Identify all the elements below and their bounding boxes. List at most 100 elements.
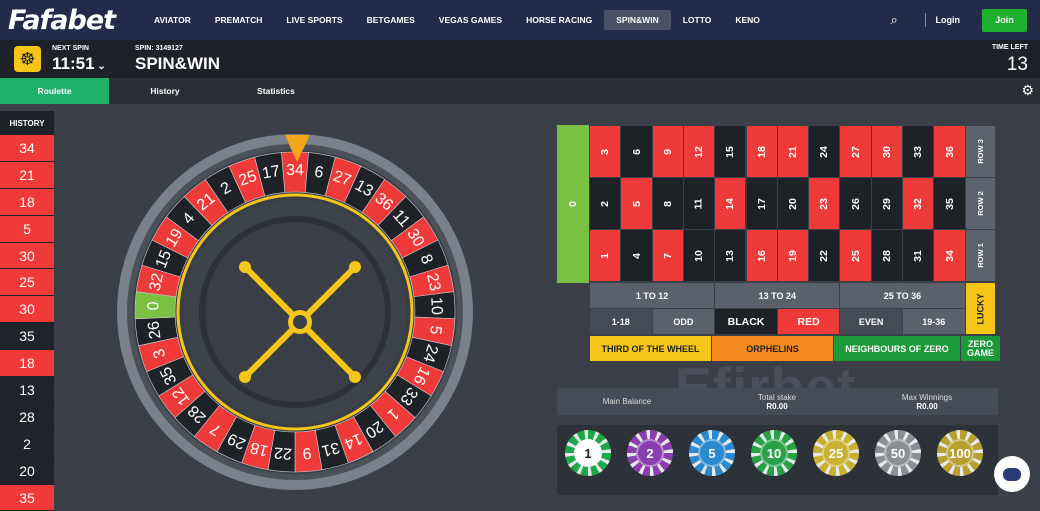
bet-even[interactable]: EVEN (840, 309, 902, 334)
bet-number-36[interactable]: 36 (934, 126, 965, 177)
bet-number-33[interactable]: 33 (903, 126, 934, 177)
nav-item-keno[interactable]: KENO (723, 10, 772, 30)
bet-number-31[interactable]: 31 (903, 230, 934, 281)
bet-number-27[interactable]: 27 (840, 126, 871, 177)
bet-third-of-the-wheel-label: THIRD OF THE WHEEL (601, 343, 700, 354)
bet-number-26[interactable]: 26 (840, 178, 871, 229)
bet-number-5-label: 5 (630, 200, 643, 207)
bet-number-14[interactable]: 14 (715, 178, 746, 229)
nav-item-betgames[interactable]: BETGAMES (355, 10, 427, 30)
bet-number-13-label: 13 (724, 249, 737, 262)
bet-number-2[interactable]: 2 (590, 178, 621, 229)
join-button[interactable]: Join (982, 8, 1027, 32)
nav-item-lotto[interactable]: LOTTO (671, 10, 724, 30)
bet-number-1[interactable]: 1 (590, 230, 621, 281)
bet-number-6-label: 6 (630, 148, 643, 155)
bet-number-12[interactable]: 12 (683, 126, 715, 177)
bet-number-2-label: 2 (599, 200, 612, 207)
bet-dozen-1[interactable]: 1 TO 12 (590, 283, 715, 308)
bet-number-30[interactable]: 30 (871, 126, 902, 177)
bet-number-35[interactable]: 35 (934, 178, 965, 229)
game-title: SPIN&WIN (135, 54, 220, 73)
chat-button[interactable] (994, 456, 1030, 492)
bet-row-2[interactable]: ROW 2 (965, 178, 995, 229)
bet-number-21[interactable]: 21 (777, 126, 809, 177)
tab-statistics[interactable]: Statistics (220, 78, 332, 104)
bet-black[interactable]: BLACK (715, 309, 777, 334)
next-spin-label: NEXT SPIN (52, 45, 89, 52)
bet-dozen-2[interactable]: 13 TO 24 (715, 283, 840, 308)
bet-number-25[interactable]: 25 (840, 230, 871, 281)
bet-number-22-label: 22 (818, 249, 831, 262)
bet-number-34[interactable]: 34 (934, 230, 965, 281)
bet-1-18[interactable]: 1-18 (590, 309, 652, 334)
spin-header: ☸ NEXT SPIN 11:51 ⌄ SPIN: 3149127 SPIN&W… (0, 40, 1040, 78)
bet-zero-game[interactable]: ZERO GAME (961, 336, 1000, 361)
bet-number-6[interactable]: 6 (621, 126, 652, 177)
bet-number-18-label: 18 (755, 145, 768, 158)
time-left-label: TIME LEFT (991, 44, 1028, 51)
bet-number-29[interactable]: 29 (871, 178, 902, 229)
bet-number-4[interactable]: 4 (621, 230, 652, 281)
bet-number-9-label: 9 (661, 148, 674, 155)
chip-1[interactable]: 1 (565, 430, 611, 476)
bet-odd[interactable]: ODD (652, 309, 715, 334)
divider (924, 13, 926, 27)
nav-item-vegas-games[interactable]: VEGAS GAMES (427, 10, 514, 30)
tab-roulette[interactable]: Roulette (0, 78, 109, 104)
bet-number-18[interactable]: 18 (746, 126, 777, 177)
bet-number-11-label: 11 (693, 197, 706, 210)
chip-2[interactable]: 2 (627, 430, 673, 476)
bet-number-3[interactable]: 3 (590, 126, 621, 177)
bet-number-8[interactable]: 8 (652, 178, 683, 229)
bet-number-5[interactable]: 5 (621, 178, 652, 229)
bet-number-11[interactable]: 11 (683, 178, 715, 229)
nav-item-horse-racing[interactable]: HORSE RACING (514, 10, 604, 30)
nav-item-prematch[interactable]: PREMATCH (203, 10, 275, 30)
main-balance: Main Balance (602, 397, 652, 406)
nav-item-spin-win[interactable]: SPIN&WIN (604, 10, 671, 30)
bet-number-24[interactable]: 24 (809, 126, 840, 177)
bet-number-32[interactable]: 32 (903, 178, 934, 229)
bet-dozen-3-label: 25 TO 36 (883, 290, 922, 301)
bet-number-22[interactable]: 22 (809, 230, 840, 281)
bet-row-1[interactable]: ROW 1 (965, 230, 995, 281)
bet-number-28[interactable]: 28 (871, 230, 902, 281)
tab-history[interactable]: History (110, 78, 220, 104)
nav-item-live-sports[interactable]: LIVE SPORTS (274, 10, 354, 30)
brand-logo[interactable]: Fafabet (8, 5, 143, 36)
bet-number-19[interactable]: 19 (777, 230, 809, 281)
bet-number-23[interactable]: 23 (809, 178, 840, 229)
chip-25[interactable]: 25 (813, 430, 859, 476)
bet-number-15[interactable]: 15 (715, 126, 746, 177)
login-link[interactable]: Login (936, 15, 961, 25)
chat-bubble-icon (1003, 467, 1021, 481)
bet-number-10[interactable]: 10 (683, 230, 715, 281)
next-spin-time[interactable]: 11:51 ⌄ (52, 54, 106, 74)
bet-19-36[interactable]: 19-36 (903, 309, 965, 334)
chip-100[interactable]: 100 (937, 430, 983, 476)
bet-number-13[interactable]: 13 (715, 230, 746, 281)
bet-number-17[interactable]: 17 (746, 178, 777, 229)
bet-number-16[interactable]: 16 (746, 230, 777, 281)
chip-10[interactable]: 10 (751, 430, 797, 476)
bet-zero[interactable]: 0 (557, 125, 589, 283)
bet-red[interactable]: RED (777, 309, 840, 334)
bet-row-3[interactable]: ROW 3 (965, 126, 995, 177)
search-icon[interactable]: ⌕ (891, 12, 909, 28)
bet-number-9[interactable]: 9 (652, 126, 683, 177)
gear-icon[interactable]: ⚙ (1021, 82, 1034, 99)
bet-dozen-3[interactable]: 25 TO 36 (840, 283, 965, 308)
history-item: 25 (0, 269, 54, 297)
nav-item-aviator[interactable]: AVIATOR (142, 10, 203, 30)
chip-5[interactable]: 5 (689, 430, 735, 476)
bet-lucky[interactable]: LUCKY (965, 283, 995, 334)
bet-number-33-label: 33 (912, 145, 925, 158)
chip-50[interactable]: 50 (875, 430, 921, 476)
bet-number-7[interactable]: 7 (652, 230, 683, 281)
balance-bar: Main Balance Total stake R0.00 Max Winnin… (557, 388, 998, 415)
history-item: 20 (0, 457, 54, 485)
bet-number-20[interactable]: 20 (777, 178, 809, 229)
bet-row-3-label: ROW 3 (975, 139, 985, 164)
wheel-number: 22 (273, 444, 292, 462)
